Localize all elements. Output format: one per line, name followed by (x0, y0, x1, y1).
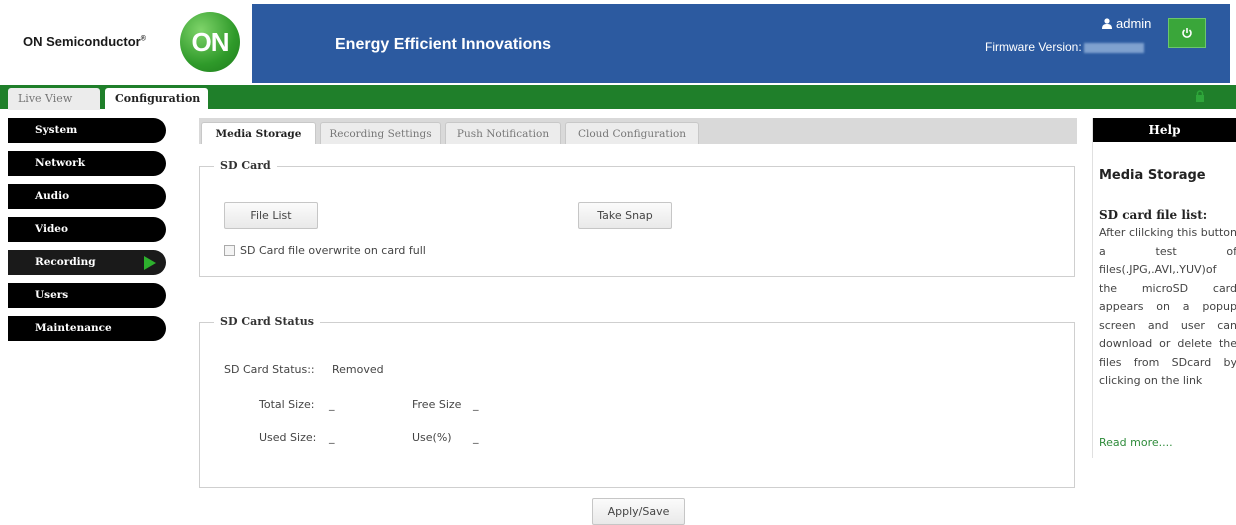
used-size-label: Used Size: (259, 431, 317, 444)
help-text: After clilcking this button a test of fi… (1099, 226, 1236, 387)
sidebar-item-maintenance[interactable]: Maintenance (8, 316, 166, 341)
tab-cloud-configuration[interactable]: Cloud Configuration (565, 122, 699, 144)
status-label: SD Card Status:: (224, 363, 315, 376)
tab-media-storage[interactable]: Media Storage (201, 122, 316, 144)
tab-configuration[interactable]: Configuration (105, 88, 208, 110)
sidebar-item-network[interactable]: Network (8, 151, 166, 176)
power-button[interactable] (1168, 18, 1206, 48)
overwrite-checkbox[interactable] (224, 245, 235, 256)
sidebar-item-video[interactable]: Video (8, 217, 166, 242)
tab-recording-settings[interactable]: Recording Settings (320, 122, 441, 144)
sidebar: System Network Audio Video Recording Use… (8, 118, 166, 349)
sidebar-item-users[interactable]: Users (8, 283, 166, 308)
use-percent-value: _ (473, 431, 479, 444)
sidebar-item-system[interactable]: System (8, 118, 166, 143)
header: ON Semiconductor® ON Energy Efficient In… (0, 0, 1236, 83)
total-size-label: Total Size: (259, 398, 315, 411)
banner: Energy Efficient Innovations admin Firmw… (252, 4, 1230, 83)
tab-live-view[interactable]: Live View (8, 88, 100, 110)
use-percent-label: Use(%) (412, 431, 452, 444)
free-size-label: Free Size (412, 398, 462, 411)
read-more-link[interactable]: Read more.... (1099, 436, 1173, 449)
apply-save-button[interactable]: Apply/Save (592, 498, 685, 525)
sidebar-item-audio[interactable]: Audio (8, 184, 166, 209)
on-logo: ON (180, 12, 240, 72)
user-icon (1102, 18, 1112, 29)
sd-card-section: SD Card File List Take Snap SD Card file… (199, 159, 1075, 277)
help-panel: Help Media Storage SD card file list: Af… (1092, 118, 1236, 458)
banner-title: Energy Efficient Innovations (335, 36, 552, 53)
free-size-value: _ (473, 398, 479, 411)
power-icon (1182, 28, 1192, 38)
take-snap-button[interactable]: Take Snap (578, 202, 672, 229)
used-size-value: _ (329, 431, 335, 444)
user-info: admin (1102, 16, 1151, 31)
firmware-value-redacted (1083, 42, 1144, 53)
sd-card-legend: SD Card (214, 159, 277, 172)
sidebar-item-recording[interactable]: Recording (8, 250, 166, 275)
overwrite-label: SD Card file overwrite on card full (240, 244, 426, 257)
username: admin (1116, 16, 1152, 31)
active-arrow-icon (144, 256, 156, 270)
sub-tab-bar: Media Storage Recording Settings Push No… (199, 118, 1077, 144)
status-value: Removed (332, 363, 384, 376)
firmware-version: Firmware Version: (985, 40, 1144, 54)
help-title: Media Storage (1099, 168, 1206, 183)
file-list-button[interactable]: File List (224, 202, 318, 229)
brand-name: ON Semiconductor® (23, 34, 146, 49)
lock-icon[interactable] (1195, 90, 1205, 102)
total-size-value: _ (329, 398, 335, 411)
main-tab-bar: Live View Configuration (0, 85, 1236, 110)
help-heading: Help (1093, 118, 1236, 142)
tab-push-notification[interactable]: Push Notification (445, 122, 561, 144)
help-subtitle: SD card file list: (1099, 208, 1208, 222)
sd-card-status-section: SD Card Status SD Card Status:: Removed … (199, 315, 1075, 488)
sd-status-legend: SD Card Status (214, 315, 320, 328)
